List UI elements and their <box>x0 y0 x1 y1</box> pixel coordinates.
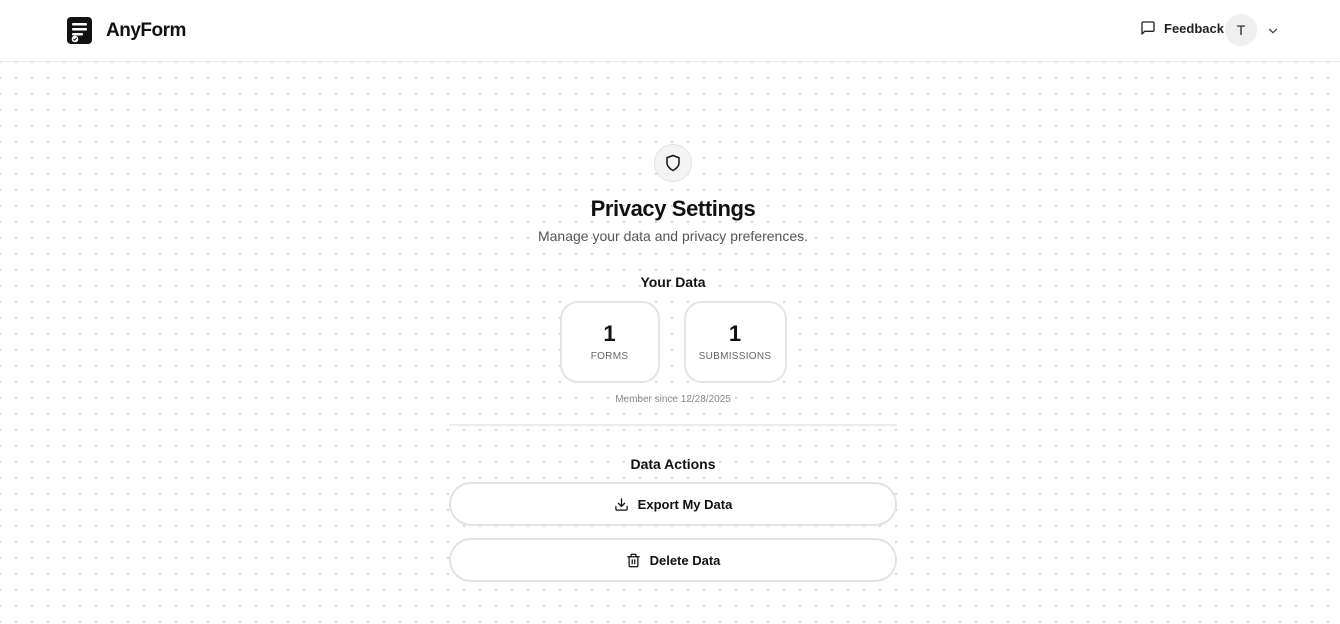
data-actions-heading: Data Actions <box>630 456 716 472</box>
delete-data-button[interactable]: Delete Data <box>449 538 897 582</box>
top-bar: AnyForm Feedback T <box>0 0 1340 62</box>
submissions-label: SUBMISSIONS <box>698 351 772 362</box>
forms-label: FORMS <box>590 351 629 362</box>
submissions-stat-card: 1 SUBMISSIONS <box>683 301 787 383</box>
chevron-down-icon[interactable] <box>1266 24 1280 38</box>
delete-label: Delete Data <box>649 552 721 568</box>
form-document-icon <box>67 17 92 44</box>
member-since: Member since 12/28/2025 <box>615 394 731 405</box>
divider <box>449 424 897 426</box>
forms-stat-card: 1 FORMS <box>559 301 660 383</box>
export-label: Export My Data <box>637 496 733 512</box>
forms-count: 1 <box>603 321 616 346</box>
page-title: Privacy Settings <box>590 196 756 221</box>
privacy-settings-panel: Privacy Settings Manage your data and pr… <box>449 144 897 582</box>
brand-name: AnyForm <box>106 19 186 41</box>
stats-row: 1 FORMS 1 SUBMISSIONS <box>449 301 897 383</box>
export-data-button[interactable]: Export My Data <box>449 482 897 526</box>
page-subtitle: Manage your data and privacy preferences… <box>537 228 809 244</box>
submissions-count: 1 <box>728 321 742 346</box>
message-square-icon <box>1141 21 1155 35</box>
shield-badge <box>654 144 692 182</box>
trash-icon <box>626 553 640 567</box>
brand-logo-link[interactable]: AnyForm <box>67 17 186 44</box>
feedback-label: Feedback <box>1164 20 1224 36</box>
avatar[interactable]: T <box>1225 14 1257 46</box>
shield-icon <box>666 154 680 172</box>
feedback-button[interactable]: Feedback <box>1140 20 1224 36</box>
download-icon <box>614 497 628 511</box>
your-data-heading: Your Data <box>640 274 706 290</box>
